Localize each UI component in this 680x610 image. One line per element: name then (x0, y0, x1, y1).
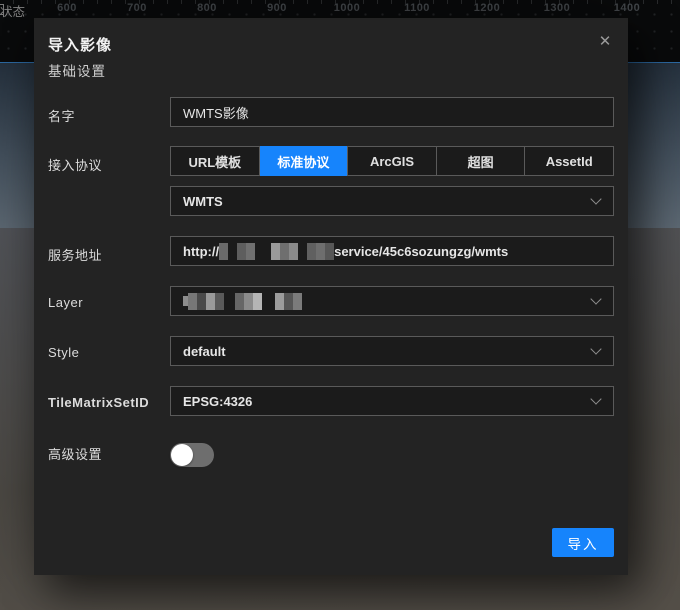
dialog-title: 导入影像 (48, 34, 112, 55)
service-url-label: 服务地址 (48, 245, 166, 264)
tab-arcgis[interactable]: ArcGIS (348, 147, 437, 175)
import-button[interactable]: 导入 (552, 528, 614, 557)
chevron-down-icon (590, 393, 601, 404)
service-url-input[interactable]: http:// service/45c6sozungzg/wmts (170, 236, 614, 266)
tab-url-template[interactable]: URL模板 (171, 147, 260, 175)
layer-dropdown[interactable] (170, 286, 614, 316)
protocol-type-dropdown[interactable]: WMTS (170, 186, 614, 216)
tab-standard-protocol[interactable]: 标准协议 (260, 146, 349, 176)
clipped-status-text: 状态 (0, 1, 25, 20)
section-title-basic-settings: 基础设置 (48, 60, 106, 80)
advanced-settings-toggle[interactable] (170, 443, 214, 467)
name-input-value: WMTS影像 (183, 103, 249, 122)
chevron-down-icon (590, 193, 601, 204)
ruler-label: 1000 (327, 2, 367, 14)
tilematrixsetid-dropdown[interactable]: EPSG:4326 (170, 386, 614, 416)
name-input[interactable]: WMTS影像 (170, 97, 614, 127)
close-icon[interactable]: ✕ (594, 31, 616, 53)
ruler-label: 600 (47, 2, 87, 14)
style-label: Style (48, 345, 166, 360)
ruler-label: 1200 (467, 2, 507, 14)
ruler-label: 800 (187, 2, 227, 14)
toggle-knob (171, 444, 193, 466)
protocol-type-value: WMTS (183, 194, 223, 209)
ruler-label: 1400 (607, 2, 647, 14)
chevron-down-icon (590, 293, 601, 304)
service-url-prefix: http:// (183, 244, 219, 259)
redacted-pixelation (183, 293, 302, 310)
import-imagery-dialog: 导入影像 ✕ 基础设置 名字 WMTS影像 接入协议 URL模板 标准协议 Ar… (34, 18, 628, 575)
redacted-pixelation (219, 243, 334, 260)
ruler-label: 900 (257, 2, 297, 14)
ruler-label: 700 (117, 2, 157, 14)
tab-supermap[interactable]: 超图 (437, 147, 526, 175)
style-value: default (183, 344, 226, 359)
style-dropdown[interactable]: default (170, 336, 614, 366)
chevron-down-icon (590, 343, 601, 354)
tilematrixsetid-value: EPSG:4326 (183, 394, 252, 409)
tab-assetid[interactable]: AssetId (525, 147, 613, 175)
clipped-glyph (0, 4, 4, 15)
name-label: 名字 (48, 106, 166, 125)
service-url-suffix: service/45c6sozungzg/wmts (334, 244, 508, 259)
protocol-label: 接入协议 (48, 155, 166, 174)
ruler-label: 1300 (537, 2, 577, 14)
layer-label: Layer (48, 295, 166, 310)
ruler-label: 1100 (397, 2, 437, 14)
advanced-settings-label: 高级设置 (48, 444, 166, 463)
tilematrixsetid-label: TileMatrixSetID (48, 395, 166, 410)
protocol-tab-group: URL模板 标准协议 ArcGIS 超图 AssetId (170, 146, 614, 176)
